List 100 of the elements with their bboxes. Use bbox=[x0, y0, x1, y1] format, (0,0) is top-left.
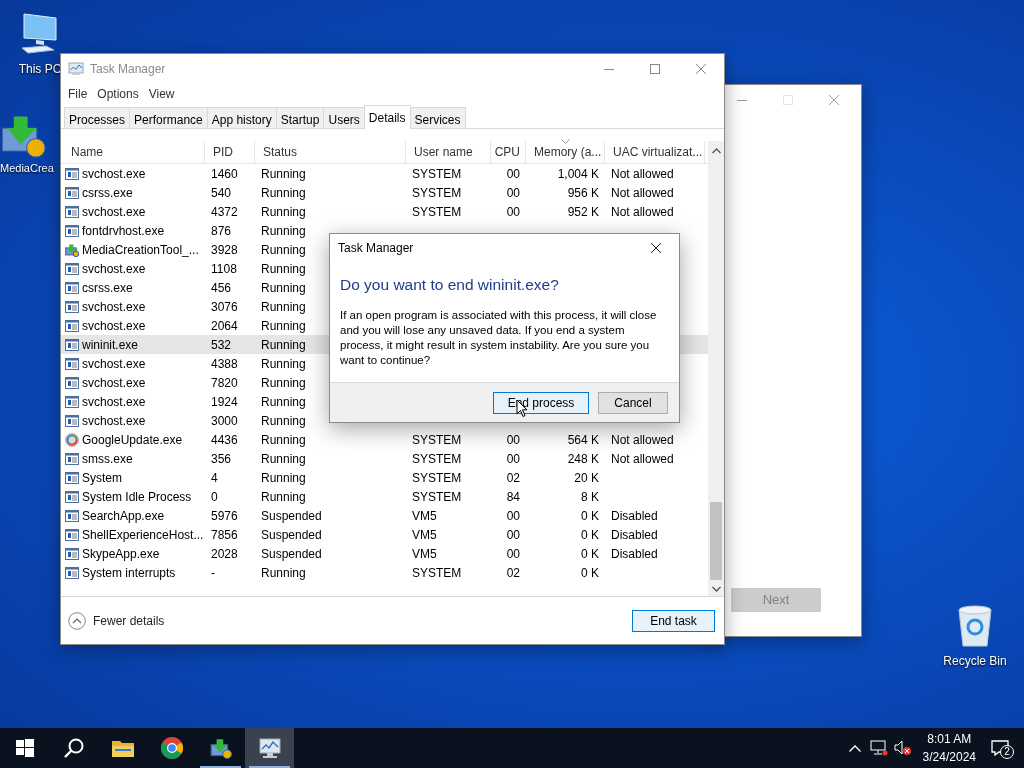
table-cell: 564 K bbox=[567, 432, 599, 447]
table-cell: Running bbox=[261, 185, 306, 200]
table-cell: Suspended bbox=[261, 527, 322, 542]
process-name: System bbox=[82, 469, 122, 487]
table-cell: 0 K bbox=[581, 527, 599, 542]
table-cell: 3076 bbox=[211, 299, 238, 314]
table-cell: 8 K bbox=[581, 489, 599, 504]
table-cell: 1924 bbox=[211, 394, 238, 409]
table-cell: SYSTEM bbox=[412, 432, 462, 447]
table-cell: 00 bbox=[506, 185, 520, 200]
table-cell: Suspended bbox=[261, 546, 322, 561]
table-cell: Running bbox=[261, 451, 306, 466]
process-name: fontdrvhost.exe bbox=[82, 222, 165, 240]
table-cell: 248 K bbox=[567, 451, 599, 466]
process-name: wininit.exe bbox=[82, 336, 139, 354]
table-cell: 1,004 K bbox=[557, 166, 599, 181]
table-cell: Not allowed bbox=[611, 185, 674, 200]
table-cell: Not allowed bbox=[611, 204, 674, 219]
process-name: SearchApp.exe bbox=[82, 507, 165, 525]
table-cell: Disabled bbox=[611, 527, 658, 542]
table-cell: Suspended bbox=[261, 508, 322, 523]
table-cell: 4372 bbox=[211, 204, 238, 219]
table-cell: SYSTEM bbox=[412, 185, 462, 200]
table-cell: Running bbox=[261, 318, 306, 333]
process-name: svchost.exe bbox=[82, 298, 146, 316]
process-name: csrss.exe bbox=[82, 279, 133, 297]
dialog-message: If an open program is associated with this process, it will close and you will lose any unsaved data. If you end a system process, it might result in system instability. Are you sure you want to continue? bbox=[339, 308, 658, 369]
table-cell: Running bbox=[261, 166, 306, 181]
table-cell: Not allowed bbox=[611, 451, 674, 466]
notification-count: 2 bbox=[1000, 745, 1014, 759]
table-cell: VM5 bbox=[412, 508, 437, 523]
table-cell: 1108 bbox=[211, 261, 237, 276]
table-cell: 1460 bbox=[211, 166, 238, 181]
table-cell: 0 bbox=[211, 489, 218, 504]
table-cell: 00 bbox=[506, 166, 520, 181]
table-cell: Not allowed bbox=[611, 432, 674, 447]
table-cell: 02 bbox=[506, 470, 520, 485]
table-cell: 952 K bbox=[567, 204, 599, 219]
window-title: Task Manager bbox=[90, 60, 166, 78]
table-cell: 532 bbox=[211, 337, 232, 352]
table-cell: Running bbox=[261, 337, 306, 352]
table-cell: 0 K bbox=[581, 508, 599, 523]
table-cell: 00 bbox=[506, 546, 520, 561]
table-cell: Running bbox=[261, 223, 306, 238]
table-cell: 5976 bbox=[211, 508, 238, 523]
table-cell: 4388 bbox=[211, 356, 238, 371]
table-cell: 00 bbox=[506, 451, 520, 466]
table-cell: 540 bbox=[211, 185, 232, 200]
table-cell: SYSTEM bbox=[412, 166, 462, 181]
process-name: System Idle Process bbox=[82, 488, 192, 506]
table-cell: Running bbox=[261, 489, 306, 504]
process-name: svchost.exe bbox=[82, 203, 146, 221]
process-name: MediaCreationTool_... bbox=[82, 241, 199, 259]
table-cell: 2028 bbox=[211, 546, 238, 561]
process-name: System interrupts bbox=[82, 564, 176, 582]
table-cell: 956 K bbox=[567, 185, 599, 200]
table-cell: Not allowed bbox=[611, 166, 674, 181]
table-cell: - bbox=[211, 565, 215, 580]
process-name: SkypeApp.exe bbox=[82, 545, 160, 563]
table-cell: SYSTEM bbox=[412, 565, 462, 580]
table-cell: 0 K bbox=[581, 565, 599, 580]
table-cell: Disabled bbox=[611, 546, 658, 561]
table-cell: 0 K bbox=[581, 546, 599, 561]
table-cell: SYSTEM bbox=[412, 489, 462, 504]
process-name: svchost.exe bbox=[82, 260, 146, 278]
table-cell: 00 bbox=[506, 432, 520, 447]
table-cell: Running bbox=[261, 204, 306, 219]
table-cell: 7856 bbox=[211, 527, 238, 542]
process-name: svchost.exe bbox=[82, 165, 146, 183]
table-cell: 20 K bbox=[574, 470, 599, 485]
process-name: csrss.exe bbox=[82, 184, 133, 202]
table-cell: Running bbox=[261, 413, 306, 428]
dialog-title: Task Manager bbox=[338, 240, 414, 257]
table-cell: SYSTEM bbox=[412, 451, 462, 466]
table-cell: Disabled bbox=[611, 508, 658, 523]
table-cell: Running bbox=[261, 565, 306, 580]
table-cell: Running bbox=[261, 470, 306, 485]
table-cell: 876 bbox=[211, 223, 232, 238]
process-name: svchost.exe bbox=[82, 355, 146, 373]
table-cell: Running bbox=[261, 280, 306, 295]
process-name: ShellExperienceHost... bbox=[82, 526, 204, 544]
table-cell: 84 bbox=[506, 489, 520, 504]
table-cell: Running bbox=[261, 299, 306, 314]
process-name: smss.exe bbox=[82, 450, 133, 468]
table-cell: 00 bbox=[506, 204, 520, 219]
dialog-heading: Do you want to end wininit.exe? bbox=[339, 275, 560, 295]
table-cell: Running bbox=[261, 394, 306, 409]
process-name: svchost.exe bbox=[82, 317, 146, 335]
table-cell: 00 bbox=[506, 527, 520, 542]
process-name: svchost.exe bbox=[82, 412, 146, 430]
table-cell: Running bbox=[261, 432, 306, 447]
process-name: GoogleUpdate.exe bbox=[82, 431, 183, 449]
table-cell: Running bbox=[261, 375, 306, 390]
table-cell: 356 bbox=[211, 451, 232, 466]
table-cell: 3928 bbox=[211, 242, 238, 257]
table-cell: 00 bbox=[506, 508, 520, 523]
table-cell: Running bbox=[261, 356, 306, 371]
table-cell: 7820 bbox=[211, 375, 238, 390]
table-cell: 3000 bbox=[211, 413, 238, 428]
process-name: svchost.exe bbox=[82, 393, 146, 411]
